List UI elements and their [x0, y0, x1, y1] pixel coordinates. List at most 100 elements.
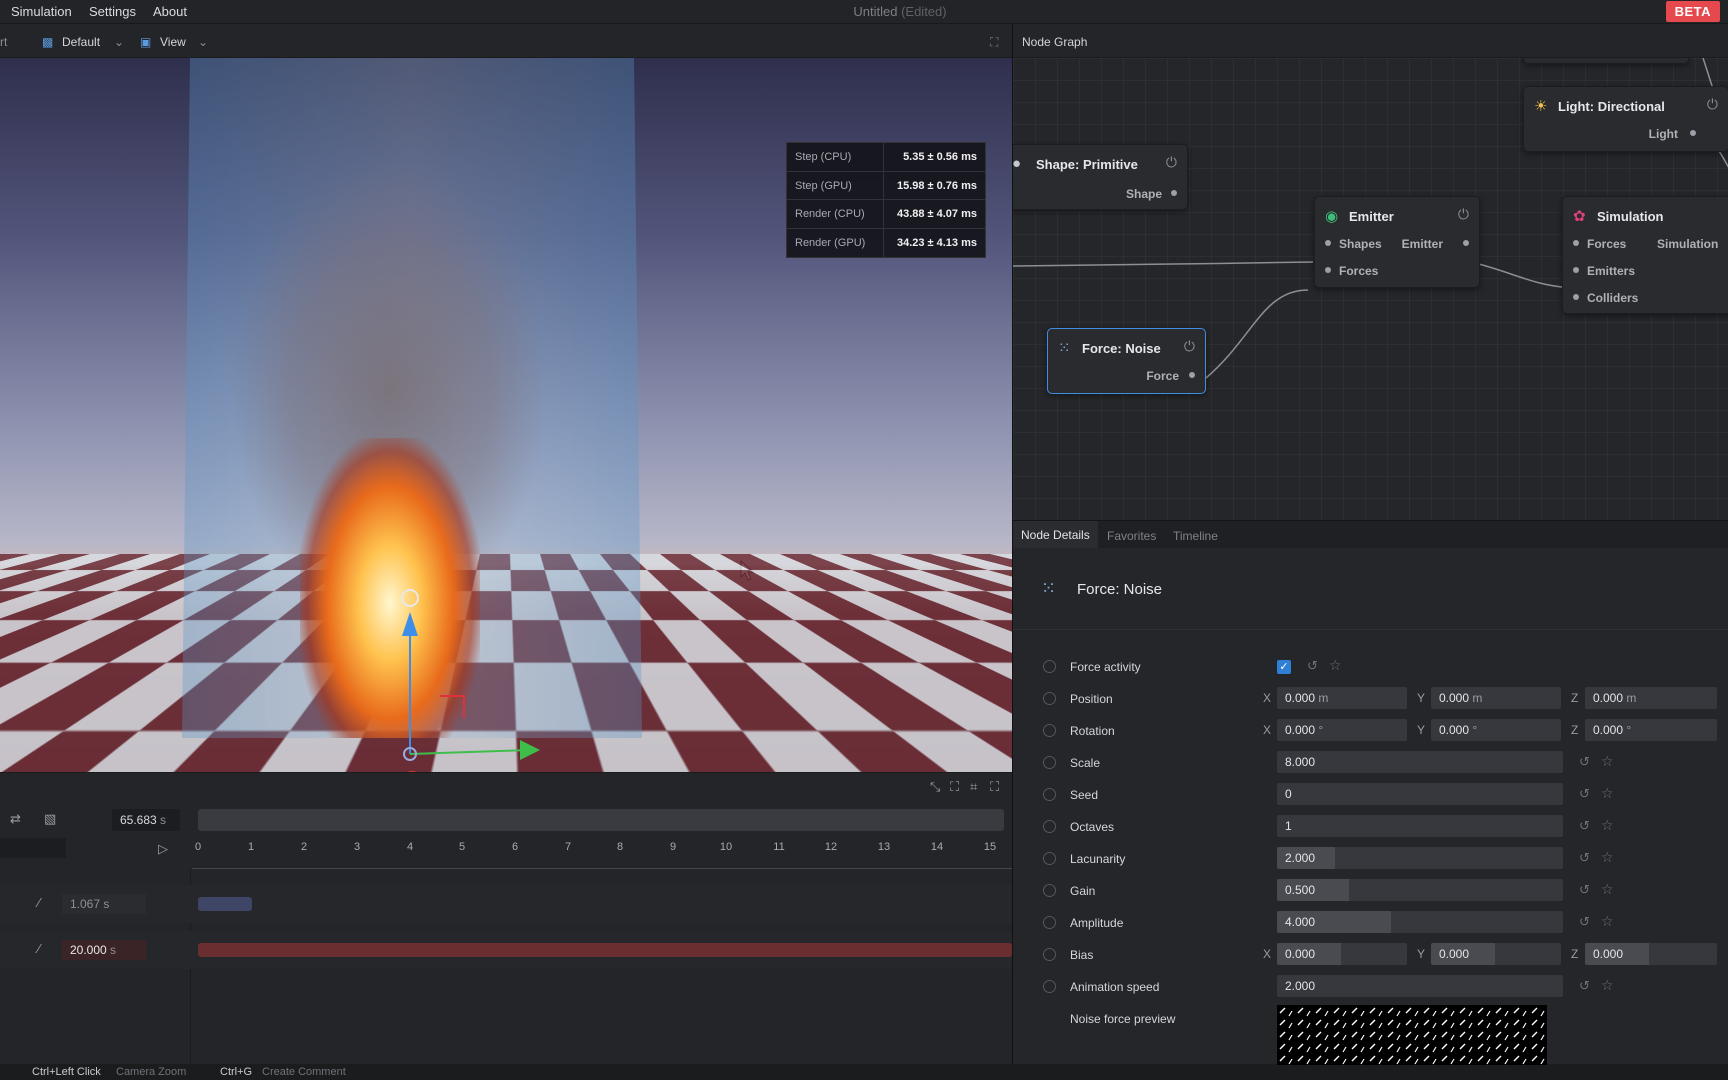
frame-icon[interactable]: ⌗ — [970, 779, 977, 795]
favorite-radio[interactable] — [1043, 692, 1056, 705]
timeline-ruler[interactable]: 0 1 2 3 4 5 6 7 8 9 10 11 12 13 14 15 — [192, 839, 1012, 869]
curve-icon[interactable]: ∕ — [38, 895, 40, 910]
force-activity-checkbox[interactable]: ✓ — [1277, 660, 1291, 674]
collapse-icon[interactable]: ⤡ — [930, 779, 940, 795]
node-partial[interactable] — [1523, 58, 1689, 64]
amplitude-field[interactable]: 4.000 — [1277, 911, 1563, 933]
star-icon[interactable]: ☆ — [1329, 657, 1342, 674]
position-z-field[interactable]: 0.000 m — [1585, 687, 1717, 709]
star-icon[interactable]: ☆ — [1601, 977, 1614, 994]
input-port[interactable] — [1573, 240, 1579, 246]
octaves-field[interactable]: 1 — [1277, 815, 1563, 837]
reset-icon[interactable]: ↺ — [1579, 754, 1590, 770]
power-icon[interactable]: ⏻ — [1458, 206, 1469, 223]
view-dropdown[interactable]: View — [160, 35, 186, 49]
beta-badge[interactable]: BETA — [1665, 1, 1720, 22]
favorite-radio[interactable] — [1043, 788, 1056, 801]
node-light-directional[interactable]: ☀ Light: Directional ⏻ Light — [1523, 86, 1728, 152]
y-axis-arrow-icon[interactable] — [402, 612, 418, 636]
transform-gizmo[interactable] — [380, 528, 560, 772]
rotation-y-field[interactable]: 0.000 ° — [1431, 719, 1561, 741]
fit-icon[interactable]: ⛶ — [950, 779, 959, 795]
scale-field[interactable]: 8.000 — [1277, 751, 1563, 773]
power-icon[interactable]: ⏻ — [1166, 154, 1177, 171]
light-gizmo-icon[interactable] — [401, 589, 419, 607]
toolbar-left-fragment[interactable]: rt — [0, 35, 7, 49]
output-port[interactable] — [1171, 190, 1177, 196]
play-to-icon[interactable]: ▷ — [158, 841, 168, 857]
input-port[interactable] — [1325, 240, 1331, 246]
3d-viewport[interactable]: Step (CPU) 5.35 ± 0.56 ms Step (GPU) 15.… — [0, 58, 1012, 772]
node-shape-primitive[interactable]: ● Shape: Primitive ⏻ Shape — [1012, 144, 1188, 210]
track-time-field[interactable]: 1.067 s — [62, 894, 146, 914]
star-icon[interactable]: ☆ — [1601, 785, 1614, 802]
reset-icon[interactable]: ↺ — [1579, 882, 1590, 898]
bias-z-field[interactable]: 0.000 — [1585, 943, 1717, 965]
shape-icon: ● — [1012, 155, 1022, 172]
position-y-field[interactable]: 0.000 m — [1431, 687, 1561, 709]
layout-dropdown[interactable]: Default — [62, 35, 100, 49]
timeline-scrubber[interactable] — [198, 809, 1004, 831]
favorite-radio[interactable] — [1043, 980, 1056, 993]
rotation-z-field[interactable]: 0.000 ° — [1585, 719, 1717, 741]
input-port[interactable] — [1325, 267, 1331, 273]
favorite-radio[interactable] — [1043, 660, 1056, 673]
power-icon[interactable]: ⏻ — [1707, 96, 1718, 113]
animation-speed-field[interactable]: 2.000 — [1277, 975, 1563, 997]
fullscreen-icon[interactable]: ⛶ — [990, 35, 998, 50]
track-filter-field[interactable] — [0, 838, 66, 858]
track-row[interactable]: ∕ 20.000 s — [0, 931, 1012, 969]
tab-favorites[interactable]: Favorites — [1107, 529, 1156, 543]
favorite-radio[interactable] — [1043, 852, 1056, 865]
node-graph-canvas[interactable]: ☀ Light: Directional ⏻ Light ● Shape: Pr… — [1012, 58, 1728, 520]
axis-label: X — [1263, 723, 1272, 737]
current-time-field[interactable]: 65.683 s — [112, 809, 180, 831]
seed-field[interactable]: 0 — [1277, 783, 1563, 805]
curve-icon[interactable]: ∕ — [38, 941, 40, 956]
track-clip[interactable] — [198, 943, 1012, 957]
position-x-field[interactable]: 0.000 m — [1277, 687, 1407, 709]
node-emitter[interactable]: ◉ Emitter ⏻ Shapes Emitter Forces — [1314, 196, 1480, 288]
track-time-field[interactable]: 20.000 s — [62, 940, 146, 960]
node-force-noise[interactable]: ⁙ Force: Noise ⏻ Force — [1047, 328, 1206, 394]
star-icon[interactable]: ☆ — [1601, 849, 1614, 866]
bias-y-field[interactable]: 0.000 — [1431, 943, 1561, 965]
reset-icon[interactable]: ↺ — [1579, 914, 1590, 930]
x-axis-arrow-icon[interactable] — [520, 740, 540, 760]
reset-icon[interactable]: ↺ — [1579, 850, 1590, 866]
star-icon[interactable]: ☆ — [1601, 817, 1614, 834]
chevron-down-icon[interactable]: ⌄ — [198, 35, 208, 49]
output-port[interactable] — [1690, 130, 1696, 136]
chevron-down-icon[interactable]: ⌄ — [114, 35, 124, 49]
loop-icon[interactable]: ⇄ — [10, 811, 21, 827]
reset-icon[interactable]: ↺ — [1307, 658, 1318, 674]
reset-icon[interactable]: ↺ — [1579, 818, 1590, 834]
bias-x-field[interactable]: 0.000 — [1277, 943, 1407, 965]
favorite-radio[interactable] — [1043, 820, 1056, 833]
output-port[interactable] — [1463, 240, 1469, 246]
output-port[interactable] — [1189, 372, 1195, 378]
star-icon[interactable]: ☆ — [1601, 753, 1614, 770]
tab-node-details[interactable]: Node Details — [1013, 521, 1098, 549]
star-icon[interactable]: ☆ — [1601, 913, 1614, 930]
input-port[interactable] — [1573, 294, 1579, 300]
gain-field[interactable]: 0.500 — [1277, 879, 1563, 901]
favorite-radio[interactable] — [1043, 756, 1056, 769]
rotation-x-field[interactable]: 0.000 ° — [1277, 719, 1407, 741]
track-clip[interactable] — [198, 897, 252, 911]
power-icon[interactable]: ⏻ — [1184, 338, 1195, 355]
lacunarity-field[interactable]: 2.000 — [1277, 847, 1563, 869]
reset-icon[interactable]: ↺ — [1579, 786, 1590, 802]
favorite-radio[interactable] — [1043, 916, 1056, 929]
snap-icon[interactable]: ▧ — [44, 811, 56, 827]
track-row[interactable]: ∕ 1.067 s — [0, 885, 1012, 923]
reset-icon[interactable]: ↺ — [1579, 978, 1590, 994]
star-icon[interactable]: ☆ — [1601, 881, 1614, 898]
favorite-radio[interactable] — [1043, 724, 1056, 737]
node-simulation[interactable]: ✿ Simulation Forces Simulation Emitters … — [1562, 196, 1728, 314]
favorite-radio[interactable] — [1043, 884, 1056, 897]
maximize-icon[interactable]: ⛶ — [990, 779, 999, 795]
tab-timeline[interactable]: Timeline — [1173, 529, 1218, 543]
favorite-radio[interactable] — [1043, 948, 1056, 961]
input-port[interactable] — [1573, 267, 1579, 273]
